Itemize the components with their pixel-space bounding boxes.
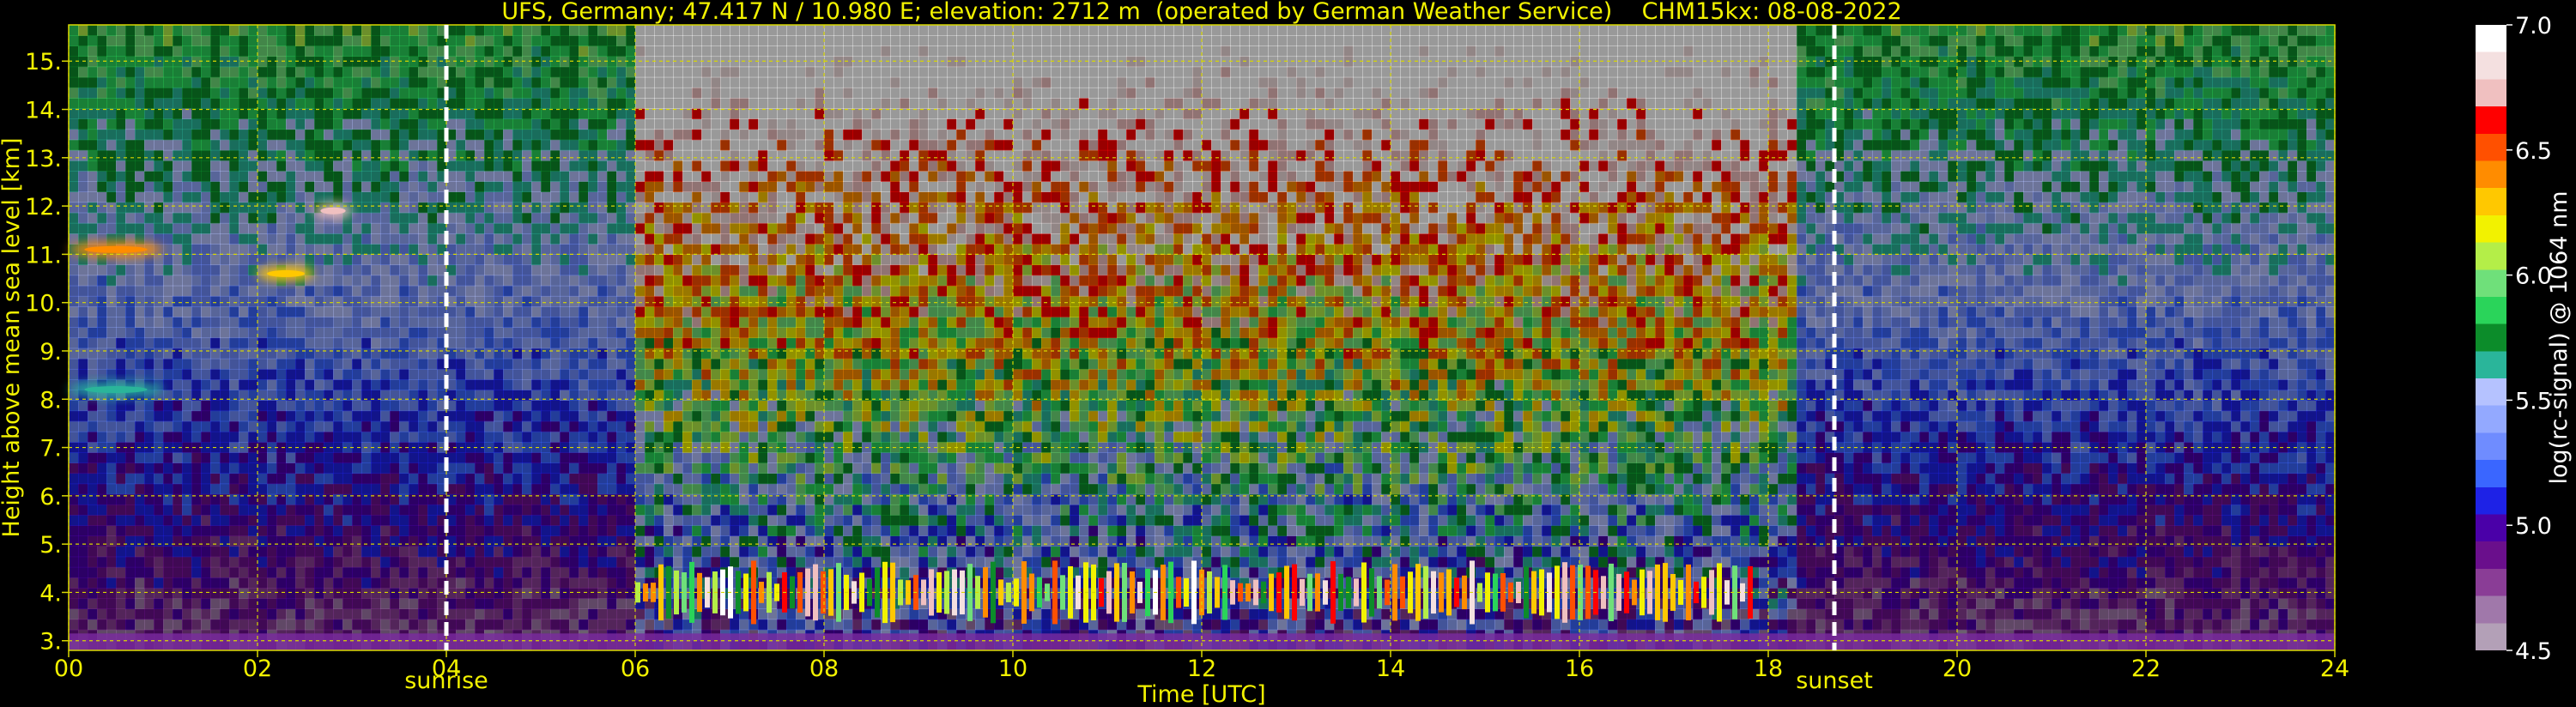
x-tick-label: 24 (2320, 656, 2349, 682)
signal-texture (69, 25, 2336, 651)
plot-area (69, 25, 2336, 651)
colorbar-tick-label: 5.0 (2515, 513, 2552, 540)
annotation-label: sunrise (404, 668, 488, 694)
y-tick-label: 6. (39, 484, 62, 511)
colorbar-swatch (2476, 25, 2506, 650)
x-tick-label: 18 (1754, 656, 1783, 682)
y-tick-label: 12. (25, 194, 62, 221)
x-axis-label: Time [UTC] (1136, 681, 1265, 707)
y-tick-label: 13. (25, 146, 62, 172)
y-axis-label: Height above mean sea level [km] (0, 138, 25, 538)
y-tick-label: 5. (39, 532, 62, 559)
y-tick-label: 7. (39, 436, 62, 462)
y-tick-label: 14. (25, 98, 62, 124)
cirrus-core (320, 207, 346, 215)
y-axis: 3. 4. 5. 6. 7. 8. 9. 10. 11. 12. 13. 14. 15. (25, 49, 69, 656)
x-axis: 00 02 04 06 08 10 12 14 16 18 20 22 24 (54, 650, 2349, 682)
x-tick-label: 00 (54, 656, 83, 682)
x-tick-label: 02 (243, 656, 272, 682)
chart-title: UFS, Germany; 47.417 N / 10.980 E; eleva… (501, 0, 1901, 25)
x-tick-label: 06 (621, 656, 650, 682)
y-tick-label: 11. (25, 242, 62, 269)
y-tick-label: 8. (39, 387, 62, 414)
x-tick-label: 08 (809, 656, 839, 682)
x-tick-label: 14 (1376, 656, 1405, 682)
x-tick-label: 12 (1187, 656, 1216, 682)
colorbar-tick-label: 7.0 (2515, 13, 2552, 39)
aerosol_layer-core (84, 386, 148, 394)
cirrus-core (267, 269, 305, 277)
colorbar-label: log(rc-signal) @ 1064 nm (2546, 190, 2573, 484)
x-tick-label: 22 (2131, 656, 2161, 682)
annotation-label: sunset (1796, 668, 1873, 694)
colorbar-tick-label: 6.5 (2515, 138, 2552, 165)
y-tick-label: 3. (39, 629, 62, 656)
ceilometer-chart: 00 02 04 06 08 10 12 14 16 18 20 22 24 3.4.5.6.7.8.9… (0, 0, 2573, 707)
colorbar-tick-label: 4.5 (2515, 638, 2552, 665)
cirrus-core (84, 245, 148, 253)
y-tick-label: 9. (39, 339, 62, 366)
colorbar: 4.55.05.56.06.57.0 (2476, 13, 2552, 665)
y-tick-label: 10. (25, 291, 62, 317)
x-tick-label: 20 (1943, 656, 1972, 682)
y-tick-label: 4. (39, 580, 62, 607)
y-tick-label: 15. (25, 49, 62, 76)
x-tick-label: 16 (1565, 656, 1594, 682)
x-tick-label: 10 (998, 656, 1027, 682)
